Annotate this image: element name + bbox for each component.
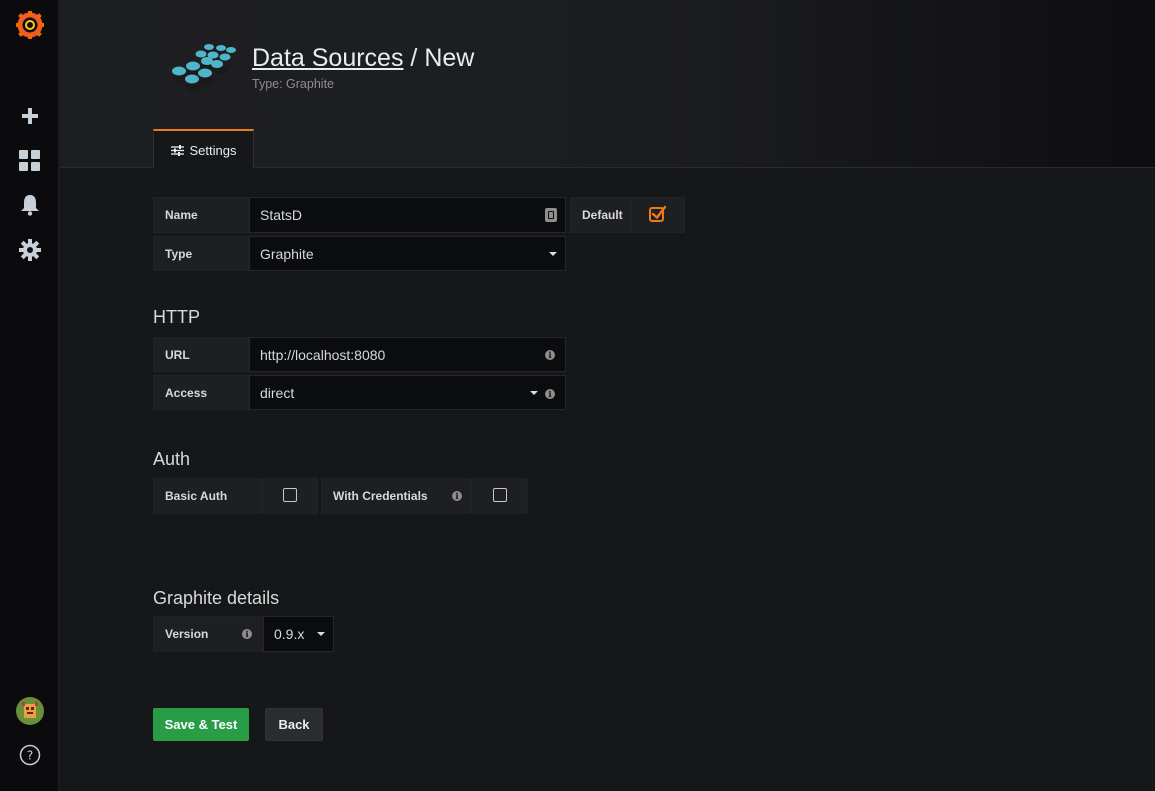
avatar[interactable] bbox=[0, 689, 59, 733]
chevron-down-icon bbox=[317, 632, 325, 636]
name-input[interactable]: StatsD bbox=[249, 197, 566, 233]
info-icon[interactable]: i bbox=[452, 491, 462, 501]
access-label: Access bbox=[153, 375, 249, 410]
page-title: Data Sources / New bbox=[252, 44, 474, 73]
basic-auth-label: Basic Auth bbox=[153, 478, 262, 514]
breadcrumb-separator: / bbox=[403, 44, 425, 72]
dashboards-icon[interactable] bbox=[0, 139, 59, 183]
tab-label: Settings bbox=[189, 142, 237, 158]
sliders-icon bbox=[170, 144, 184, 156]
http-section-title: HTTP bbox=[153, 307, 200, 327]
info-icon[interactable]: i bbox=[545, 350, 555, 360]
name-label: Name bbox=[153, 197, 249, 233]
url-input[interactable]: http://localhost:8080 bbox=[249, 337, 566, 372]
access-select[interactable]: direct bbox=[249, 375, 566, 410]
default-checkbox[interactable] bbox=[649, 205, 667, 222]
plus-icon[interactable] bbox=[0, 94, 59, 138]
gear-icon[interactable] bbox=[0, 228, 59, 272]
type-select-value: Graphite bbox=[260, 245, 314, 262]
url-label: URL bbox=[153, 337, 249, 372]
type-label: Type bbox=[153, 236, 249, 271]
type-select[interactable]: Graphite bbox=[249, 236, 566, 271]
save-test-button[interactable]: Save & Test bbox=[153, 708, 249, 741]
page-header: Data Sources / New Type: Graphite Settin… bbox=[60, 0, 1155, 169]
with-credentials-label: With Credentials bbox=[321, 478, 471, 514]
bell-icon[interactable] bbox=[0, 183, 59, 227]
grafana-logo-icon[interactable] bbox=[0, 3, 59, 47]
password-manager-icon[interactable] bbox=[545, 208, 557, 222]
auth-section-title: Auth bbox=[153, 449, 191, 469]
checkbox-checked-icon bbox=[649, 205, 667, 222]
tab-settings[interactable]: Settings bbox=[153, 129, 254, 169]
default-label: Default bbox=[570, 197, 631, 233]
chevron-down-icon bbox=[549, 252, 557, 256]
name-input-value: StatsD bbox=[260, 207, 303, 223]
chevron-down-icon bbox=[530, 391, 538, 395]
graphite-logo-icon bbox=[165, 40, 239, 96]
help-icon[interactable]: ? bbox=[0, 733, 59, 777]
graphite-section-title: Graphite details bbox=[153, 588, 280, 608]
breadcrumb-current: New bbox=[424, 44, 475, 72]
svg-text:?: ? bbox=[26, 749, 32, 763]
basic-auth-checkbox[interactable] bbox=[283, 488, 297, 502]
with-credentials-checkbox[interactable] bbox=[493, 488, 507, 502]
breadcrumb-data-sources-link[interactable]: Data Sources bbox=[252, 44, 403, 72]
page-subtitle: Type: Graphite bbox=[252, 77, 334, 91]
url-input-value: http://localhost:8080 bbox=[260, 346, 386, 363]
sidemenu: ? bbox=[0, 0, 59, 791]
info-icon[interactable]: i bbox=[242, 629, 252, 639]
back-button[interactable]: Back bbox=[265, 708, 323, 741]
version-select-value: 0.9.x bbox=[274, 626, 305, 642]
info-icon[interactable]: i bbox=[545, 389, 555, 399]
access-select-value: direct bbox=[260, 384, 295, 401]
